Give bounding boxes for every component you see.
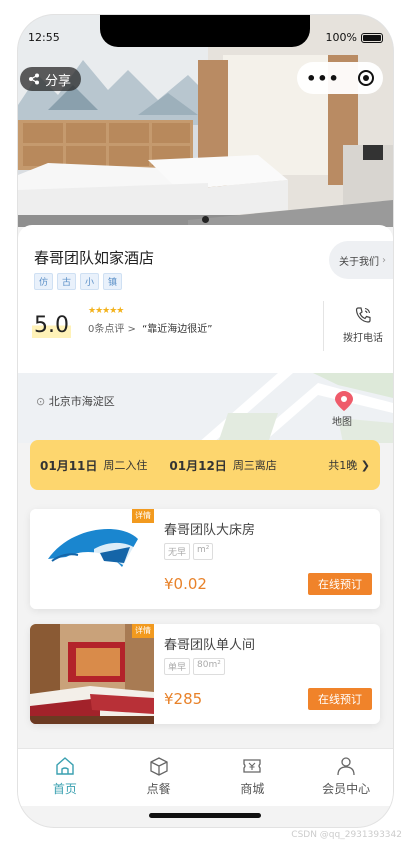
share-icon: [29, 73, 39, 85]
room-name: 春哥团队单人间: [164, 638, 256, 653]
room-tag: 80m²: [193, 658, 225, 675]
tab-label: 会员中心: [322, 782, 371, 796]
room-tag: m²: [193, 543, 214, 560]
rating-stars: ★★★★★: [88, 306, 124, 316]
tab-mall[interactable]: 商城: [206, 749, 300, 806]
hotel-tag: 镇: [103, 273, 123, 290]
miniprogram-capsule[interactable]: •••: [297, 62, 383, 94]
tab-home[interactable]: 首页: [18, 749, 112, 806]
room-tags: 单早 80m²: [164, 658, 225, 675]
box-icon: [149, 757, 168, 776]
home-icon: [56, 757, 74, 775]
share-button[interactable]: 分享: [20, 67, 82, 91]
book-online-button[interactable]: 在线预订: [308, 688, 372, 710]
room-image: [30, 624, 154, 724]
battery-indicator: 100%: [326, 31, 383, 44]
hotel-tag: 古: [57, 273, 77, 290]
room-image: [30, 509, 154, 609]
date-selector[interactable]: 01月11日 周二入住 01月12日 周三离店 共1晚 ❯: [30, 440, 380, 490]
address: ⊙ 北京市海淀区: [36, 393, 115, 409]
detail-tag[interactable]: 详情: [132, 624, 154, 638]
bottom-tab-bar: 首页 点餐 商城 会员中心: [18, 748, 393, 806]
watermark: CSDN @qq_2931393342: [291, 830, 402, 840]
tab-label: 首页: [52, 782, 77, 796]
map-marker-icon: [335, 391, 353, 411]
tab-order[interactable]: 点餐: [112, 749, 206, 806]
room-photo: [30, 624, 154, 724]
room-price: ¥0.02: [164, 575, 207, 593]
nights-count: 共1晚 ❯: [328, 459, 370, 472]
status-time: 12:55: [28, 31, 60, 44]
map-section[interactable]: ⊙ 北京市海淀区 地图: [18, 373, 393, 443]
battery-icon: [361, 32, 383, 43]
share-label: 分享: [45, 73, 72, 89]
phone-frame: 12:55 100% 分享 ••• 春哥团队如家酒店 仿 古 小 镇 关于我们 …: [18, 15, 393, 827]
detail-tag[interactable]: 详情: [132, 509, 154, 523]
ticket-icon: [243, 759, 262, 773]
close-target-icon[interactable]: [357, 70, 374, 86]
address-text: 北京市海淀区: [48, 395, 115, 408]
book-online-button[interactable]: 在线预订: [308, 573, 372, 595]
room-card[interactable]: 详情 春哥团队单人间 单早 80m² ¥285 在线预订: [30, 624, 380, 724]
call-button[interactable]: 拨打电话: [338, 305, 388, 344]
location-pin-icon: ⊙: [36, 395, 46, 408]
battery-percent: 100%: [325, 31, 357, 44]
tab-label: 点餐: [146, 782, 171, 796]
hotel-name: 春哥团队如家酒店: [34, 249, 155, 267]
chevron-right-icon: ›: [382, 254, 386, 266]
notch: [100, 15, 310, 47]
review-quote: “靠近海边很近”: [142, 324, 213, 335]
hotel-tag: 小: [80, 273, 100, 290]
room-tags: 无早 m²: [164, 543, 214, 560]
reviews-count: 0条点评 >: [88, 324, 136, 335]
checkout-label: 周三离店: [232, 459, 277, 472]
about-us-label: 关于我们: [339, 256, 379, 268]
room-name: 春哥团队大床房: [164, 523, 256, 538]
map-label: 地图: [332, 417, 352, 428]
phone-icon: [355, 307, 371, 323]
room-tag: 无早: [164, 543, 191, 560]
room-card[interactable]: 详情 春哥团队大床房 无早 m² ¥0.02 在线预订: [30, 509, 380, 609]
room-price: ¥285: [164, 690, 203, 708]
home-indicator: [149, 813, 261, 818]
rating-score: 5.0: [32, 313, 71, 338]
about-us-button[interactable]: 关于我们 ›: [329, 241, 393, 279]
reviews-link[interactable]: 0条点评 > “靠近海边很近”: [88, 320, 212, 335]
checkout-date[interactable]: 01月12日: [169, 457, 226, 474]
brand-logo-image: [30, 509, 154, 609]
divider: [323, 301, 324, 351]
hotel-info-card: 春哥团队如家酒店 仿 古 小 镇 关于我们 › 5.0 ★★★★★ 0条点评 >…: [18, 225, 393, 443]
tab-label: 商城: [240, 782, 265, 796]
user-icon: [337, 757, 355, 776]
tab-member[interactable]: 会员中心: [299, 749, 393, 806]
carousel-indicator: [202, 216, 209, 223]
hotel-tag: 仿: [34, 273, 54, 290]
checkin-date[interactable]: 01月11日: [40, 457, 97, 474]
hotel-tags: 仿 古 小 镇: [34, 273, 123, 290]
room-tag: 单早: [164, 658, 191, 675]
call-label: 拨打电话: [343, 333, 383, 344]
more-dots-icon[interactable]: •••: [306, 69, 340, 88]
checkin-label: 周二入住: [103, 459, 148, 472]
